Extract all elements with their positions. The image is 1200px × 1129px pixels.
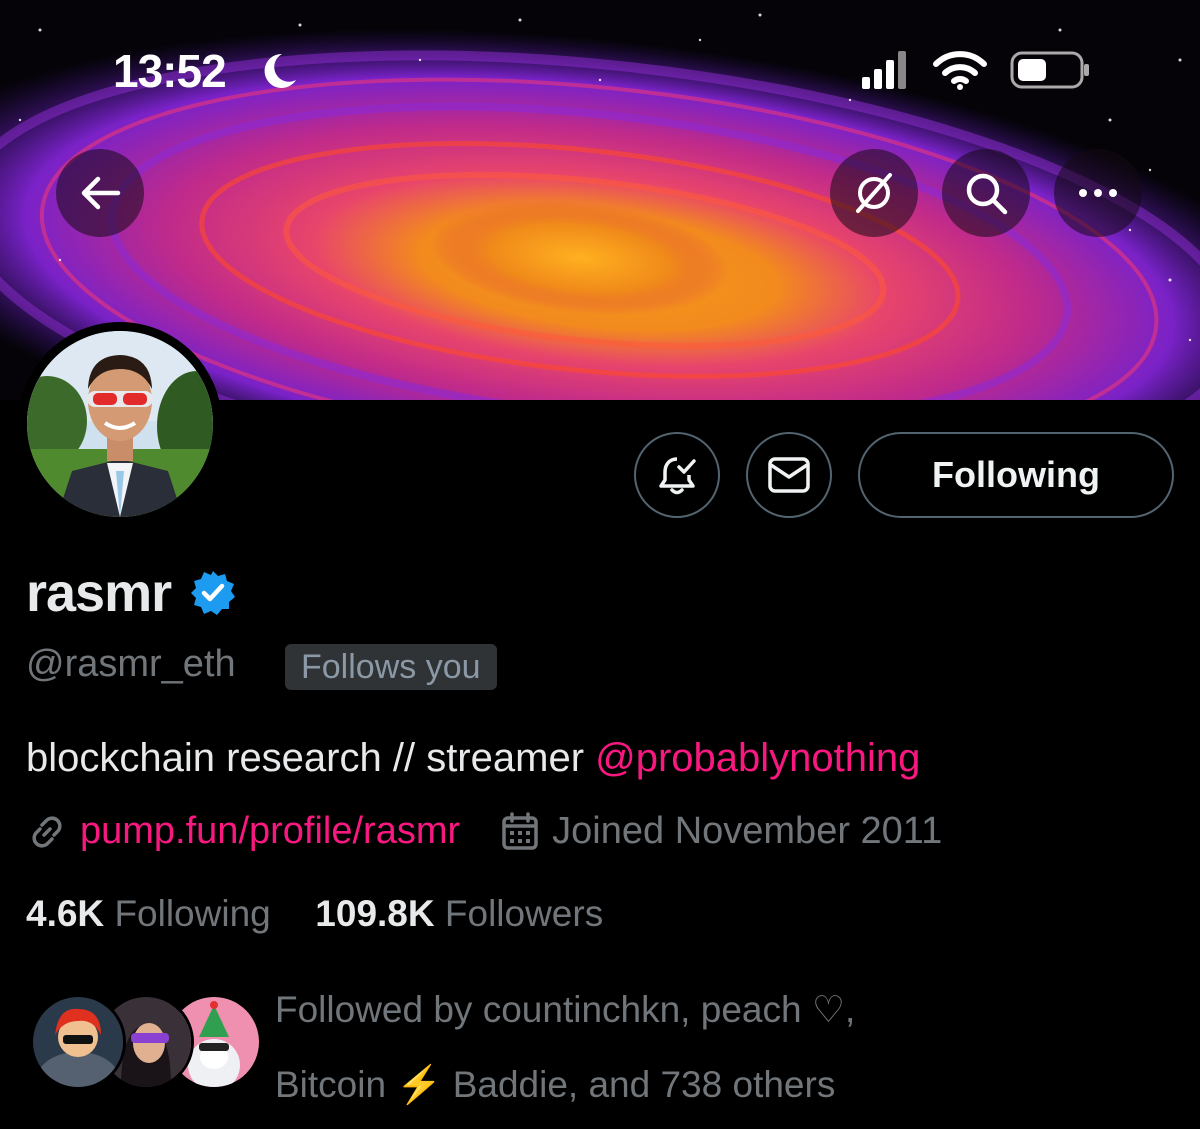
following-button[interactable]: Following	[858, 432, 1174, 518]
followers-label: Followers	[444, 893, 604, 934]
calendar-icon	[502, 811, 538, 850]
followers-count: 109.8K	[315, 893, 435, 934]
do-not-disturb-icon	[258, 50, 300, 97]
following-link[interactable]: 4.6K Following	[26, 893, 271, 934]
wifi-icon	[933, 51, 987, 90]
following-label: Following	[114, 893, 271, 934]
profile-meta: pump.fun/profile/rasmr Joined November 2…	[26, 810, 942, 853]
back-button[interactable]	[56, 149, 144, 237]
following-count: 4.6K	[26, 893, 105, 934]
bio-mention-link[interactable]: @probablynothing	[595, 736, 920, 780]
grok-button[interactable]	[830, 149, 918, 237]
avatar-image	[27, 331, 213, 517]
display-name-row: rasmr	[26, 562, 237, 624]
mutual-followers-avatars[interactable]	[30, 994, 262, 1090]
followers-link[interactable]: 109.8K Followers	[315, 893, 603, 934]
more-icon	[1079, 189, 1117, 197]
search-icon	[966, 173, 1008, 215]
more-button[interactable]	[1054, 149, 1142, 237]
grok-icon	[856, 173, 892, 213]
signal-icon	[862, 51, 906, 89]
avatar	[30, 994, 126, 1090]
followed-by-rest: Baddie, and 738 others	[442, 1064, 836, 1105]
follows-you-badge: Follows you	[285, 644, 497, 690]
mail-icon	[768, 457, 810, 493]
follow-stats: 4.6K Following 109.8K Followers	[26, 893, 603, 935]
display-name: rasmr	[26, 563, 172, 623]
notification-bell-icon	[659, 457, 696, 495]
lightning-icon: ⚡	[396, 1064, 443, 1105]
bio: blockchain research // streamer @probabl…	[26, 736, 920, 781]
website-link[interactable]: pump.fun/profile/rasmr	[80, 810, 460, 853]
back-arrow-icon	[81, 176, 121, 210]
status-icons	[860, 50, 1090, 90]
bio-text: blockchain research // streamer	[26, 736, 596, 780]
notifications-button[interactable]	[634, 432, 720, 518]
message-button[interactable]	[746, 432, 832, 518]
link-icon	[32, 815, 62, 848]
battery-icon	[1010, 51, 1089, 89]
verified-badge-icon[interactable]	[189, 569, 237, 617]
followed-by-name: Bitcoin	[275, 1064, 397, 1105]
search-button[interactable]	[942, 149, 1030, 237]
followed-by-text[interactable]: Followed by countinchkn, peach ♡, Bitcoi…	[275, 972, 1155, 1122]
status-time: 13:52	[113, 45, 227, 97]
followed-by-line-1: Followed by countinchkn, peach ♡,	[275, 989, 856, 1030]
handle: @rasmr_eth	[26, 643, 236, 685]
followed-by-line-2: Bitcoin ⚡ Baddie, and 738 others	[275, 1047, 1155, 1122]
profile-avatar[interactable]	[18, 322, 222, 526]
joined-date: Joined November 2011	[552, 810, 943, 852]
